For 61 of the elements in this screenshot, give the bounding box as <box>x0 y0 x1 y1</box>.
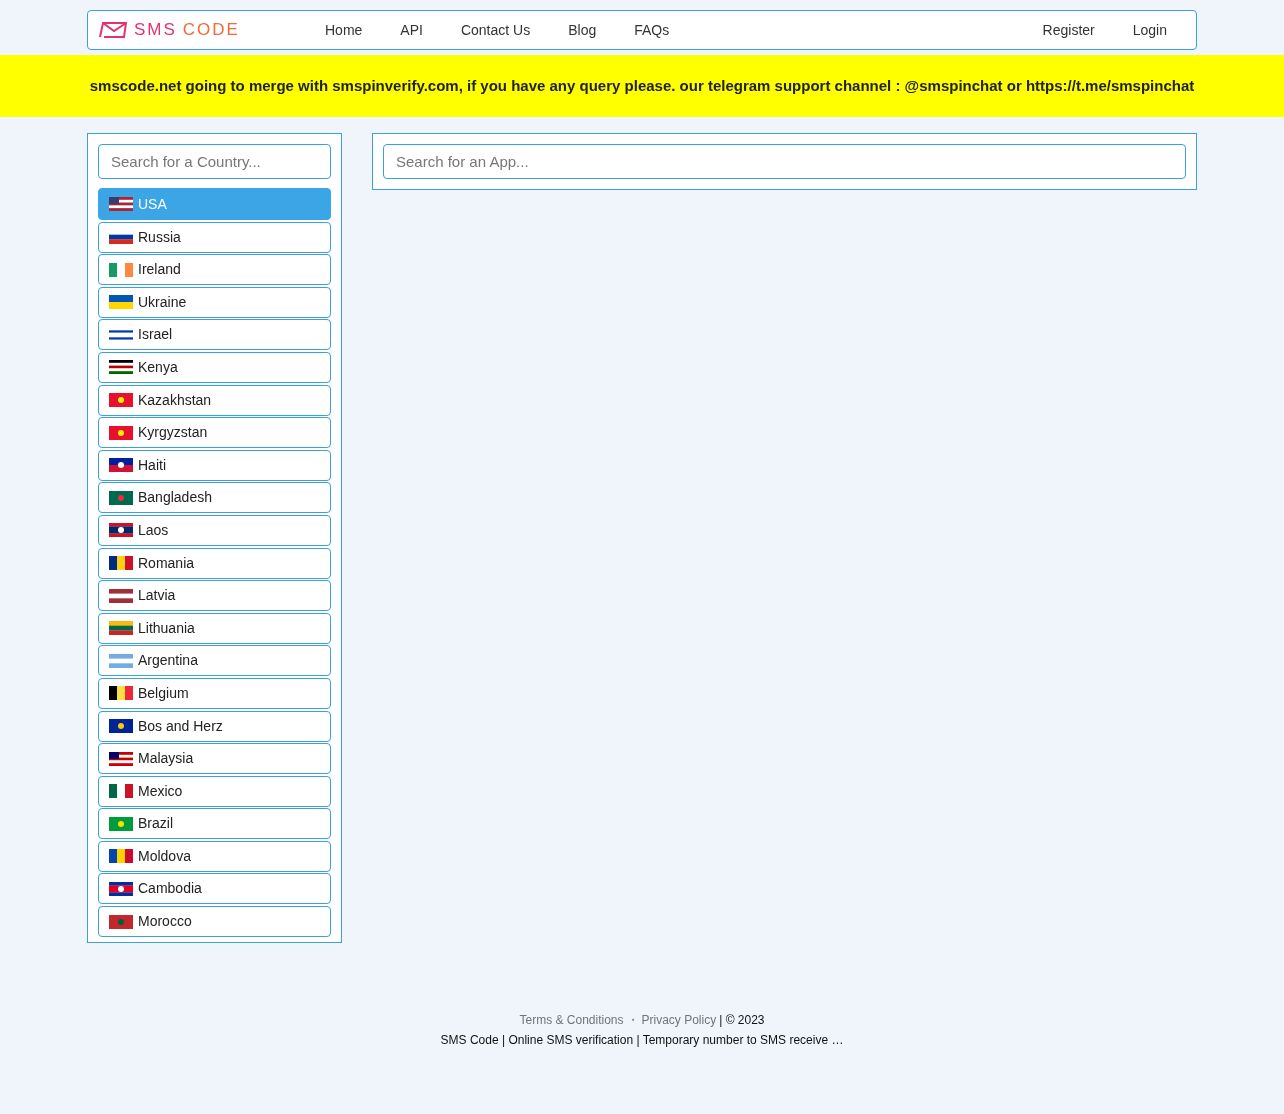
country-item[interactable]: Latvia <box>98 580 331 612</box>
country-item[interactable]: Ukraine <box>98 286 331 318</box>
country-item[interactable]: Bangladesh <box>98 482 331 514</box>
country-item[interactable]: Ireland <box>98 254 331 286</box>
country-item[interactable]: Malaysia <box>98 743 331 775</box>
envelope-icon <box>98 22 128 38</box>
nav-link[interactable]: FAQs <box>615 19 689 41</box>
flag-icon <box>109 686 133 701</box>
country-item[interactable]: Israel <box>98 319 331 351</box>
flag-icon <box>109 458 133 473</box>
country-item[interactable]: Belgium <box>98 677 331 709</box>
nav-link[interactable]: Home <box>306 19 382 41</box>
flag-icon <box>109 816 133 831</box>
flag-icon <box>109 784 133 799</box>
flag-icon <box>109 360 133 375</box>
separator-text: ・ <box>626 1012 639 1029</box>
country-item[interactable]: Argentina <box>98 645 331 677</box>
country-item[interactable]: Cambodia <box>98 873 331 905</box>
country-item[interactable]: Kyrgyzstan <box>98 417 331 449</box>
flag-icon <box>109 327 133 342</box>
flag-icon <box>109 490 133 505</box>
copyright-text: | © 2023 <box>719 1012 765 1029</box>
privacy-link[interactable]: Privacy Policy <box>641 1011 717 1029</box>
nav-link[interactable]: Register <box>1023 19 1114 41</box>
flag-icon <box>109 262 133 277</box>
flag-icon <box>109 588 133 603</box>
footer-tagline: SMS Code | Online SMS verification | Temporary number to SMS receive … <box>440 1032 844 1049</box>
nav-link[interactable]: Contact Us <box>441 19 550 41</box>
country-item[interactable]: Bos and Herz <box>98 710 331 742</box>
country-item[interactable]: Mexico <box>98 775 331 807</box>
country-item[interactable]: Kazakhstan <box>98 384 331 416</box>
nav-link[interactable]: Login <box>1113 19 1186 41</box>
country-item[interactable]: Haiti <box>98 449 331 481</box>
announcement-text: smscode.net going to merge with smspinverify.com, if you have any query please. our telegram support channel : @smspinchat or https://t.me/smspinchat <box>89 75 1195 96</box>
app-search-field[interactable]: Search for an App... <box>383 144 1186 179</box>
country-item[interactable]: Laos <box>98 514 331 546</box>
flag-icon <box>109 523 133 538</box>
flag-icon <box>109 425 133 440</box>
terms-link[interactable]: Terms & Conditions <box>519 1011 624 1029</box>
country-search-field[interactable]: Search for a Country... <box>98 144 331 179</box>
logo[interactable]: SMS CODE <box>98 17 306 43</box>
flag-icon <box>109 197 133 211</box>
country-item[interactable]: Brazil <box>98 808 331 840</box>
country-item[interactable]: Lithuania <box>98 612 331 644</box>
nav-link[interactable]: Blog <box>549 19 616 41</box>
country-item[interactable]: Morocco <box>98 906 331 938</box>
flag-icon <box>109 556 133 571</box>
flag-icon <box>109 719 133 733</box>
flag-icon <box>109 621 133 636</box>
flag-icon <box>109 849 133 864</box>
flag-icon <box>109 295 133 310</box>
flag-icon <box>109 751 133 766</box>
flag-icon <box>109 881 133 896</box>
nav-link[interactable]: API <box>381 19 442 41</box>
country-item[interactable]: Romania <box>98 547 331 579</box>
flag-icon <box>109 653 133 668</box>
country-item[interactable]: Russia <box>98 221 331 253</box>
flag-icon <box>109 393 133 408</box>
country-item[interactable]: Kenya <box>98 351 331 383</box>
country-item[interactable]: Moldova <box>98 840 331 872</box>
flag-icon <box>109 914 133 929</box>
